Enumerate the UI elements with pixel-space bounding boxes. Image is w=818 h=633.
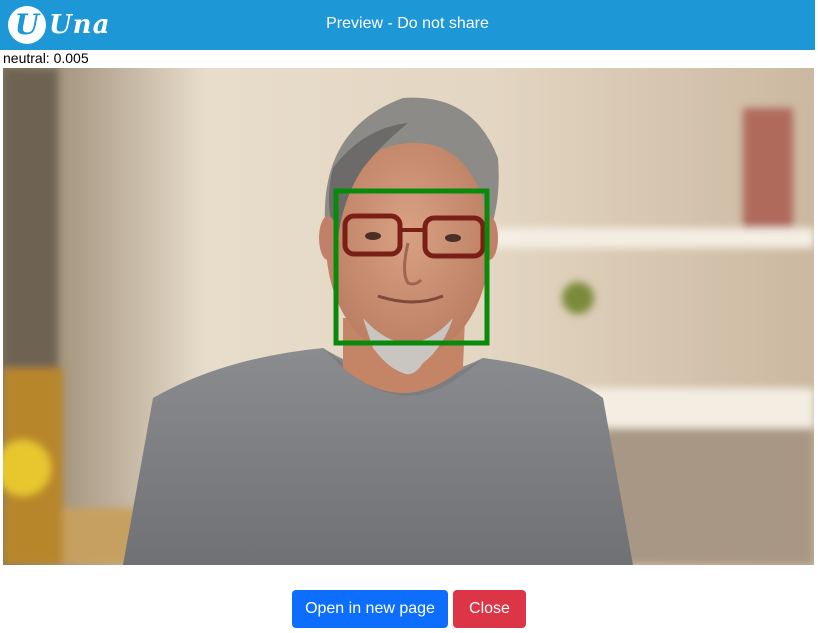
preview-image [3,68,814,565]
emotion-score-label: neutral: 0.005 [3,50,89,66]
action-bar: Open in new page Close [0,590,818,628]
close-button[interactable]: Close [453,590,526,628]
app-header: U Una Preview - Do not share [0,0,815,50]
photo-illustration [3,68,814,565]
page-title: Preview - Do not share [326,15,489,32]
open-in-new-page-button[interactable]: Open in new page [292,590,448,628]
